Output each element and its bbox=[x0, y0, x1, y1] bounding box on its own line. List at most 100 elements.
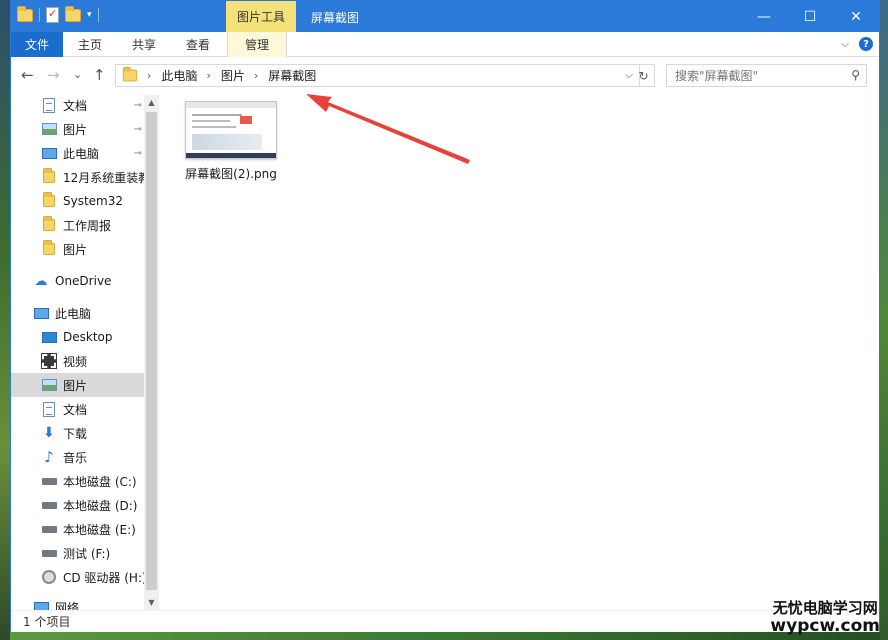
cd-drive-icon bbox=[41, 569, 57, 585]
pin-icon: ⊸ bbox=[133, 99, 142, 111]
nav-item-drive-f[interactable]: 测试 (F:) bbox=[11, 541, 144, 565]
folder-icon bbox=[17, 5, 33, 22]
address-bar[interactable]: › 此电脑 › 图片 › 屏幕截图 ⌵ bbox=[115, 64, 640, 87]
pictures-icon bbox=[41, 377, 57, 393]
file-explorer-window: ▾ 图片工具 屏幕截图 — ☐ ✕ 文件 主页 共享 查看 管理 ⌵ ? ← →… bbox=[10, 0, 880, 632]
folder-icon bbox=[41, 168, 57, 185]
nav-item-pictures-quick[interactable]: 图片 ⊸ bbox=[11, 117, 144, 141]
desktop-edge-left bbox=[0, 0, 10, 640]
nav-item-cd-drive[interactable]: CD 驱动器 (H:) bbox=[11, 565, 144, 589]
nav-item-label: 12月系统重装教 bbox=[63, 170, 144, 185]
folder-icon bbox=[122, 66, 138, 82]
status-bar: 1 个项目 bbox=[11, 610, 879, 632]
nav-item-label: 网络 bbox=[55, 600, 80, 611]
nav-item-desktop[interactable]: Desktop bbox=[11, 325, 144, 349]
tab-home[interactable]: 主页 bbox=[63, 32, 117, 57]
close-button[interactable]: ✕ bbox=[833, 1, 879, 32]
customize-toolbar-icon[interactable]: ▾ bbox=[87, 10, 92, 20]
breadcrumb-separator[interactable]: › bbox=[147, 69, 151, 82]
search-box[interactable]: ⚲ bbox=[666, 64, 867, 87]
nav-item-label: 本地磁盘 (D:) bbox=[63, 498, 138, 513]
help-icon[interactable]: ? bbox=[859, 37, 873, 51]
nav-item-onedrive[interactable]: ☁ OneDrive bbox=[11, 269, 144, 293]
breadcrumb-this-pc[interactable]: 此电脑 bbox=[161, 67, 197, 84]
nav-item-label: 图片 bbox=[63, 242, 88, 257]
tab-share[interactable]: 共享 bbox=[117, 32, 171, 57]
nav-item-label: 此电脑 bbox=[55, 306, 92, 321]
file-list-pane[interactable]: 屏幕截图(2).png bbox=[159, 95, 879, 610]
back-button[interactable]: ← bbox=[21, 66, 34, 84]
nav-item-this-pc-quick[interactable]: 此电脑 ⊸ bbox=[11, 141, 144, 165]
tab-manage[interactable]: 管理 bbox=[227, 32, 287, 57]
nav-item-label: 文档 bbox=[63, 98, 88, 113]
file-name[interactable]: 屏幕截图(2).png bbox=[183, 165, 279, 182]
downloads-icon: ⬇ bbox=[43, 425, 55, 441]
navigation-pane: 文档 ⊸ 图片 ⊸ 此电脑 ⊸ 12月系统重装教 System32 工作周报 图… bbox=[11, 95, 159, 610]
up-button[interactable]: ↑ bbox=[93, 66, 106, 84]
breadcrumb-screenshots[interactable]: 屏幕截图 bbox=[268, 67, 316, 84]
recent-locations-button[interactable]: ⌄ bbox=[73, 68, 82, 81]
ribbon-controls: ⌵ ? bbox=[841, 37, 873, 51]
nav-item-label: 文档 bbox=[63, 402, 88, 417]
nav-item-label: 图片 bbox=[63, 122, 88, 137]
drive-icon bbox=[41, 497, 57, 513]
search-input[interactable] bbox=[675, 68, 845, 83]
drive-icon bbox=[41, 521, 57, 537]
nav-item-label: 测试 (F:) bbox=[63, 546, 111, 561]
nav-item-pictures[interactable]: 图片 bbox=[11, 373, 144, 397]
item-count: 1 个项目 bbox=[23, 615, 71, 629]
scroll-down-icon[interactable]: ▼ bbox=[144, 595, 159, 609]
documents-icon bbox=[41, 401, 57, 417]
drive-c-icon bbox=[41, 473, 57, 489]
nav-item-folder-system32[interactable]: System32 bbox=[11, 189, 144, 213]
nav-item-downloads[interactable]: ⬇ 下载 bbox=[11, 421, 144, 445]
scrollbar-thumb[interactable] bbox=[146, 112, 157, 590]
nav-item-folder-weekly-report[interactable]: 工作周报 bbox=[11, 213, 144, 237]
nav-item-documents-quick[interactable]: 文档 ⊸ bbox=[11, 95, 144, 117]
nav-item-folder-pictures[interactable]: 图片 bbox=[11, 237, 144, 261]
minimize-button[interactable]: — bbox=[741, 1, 787, 32]
breadcrumb-pictures[interactable]: 图片 bbox=[221, 67, 245, 84]
nav-item-label: 工作周报 bbox=[63, 218, 112, 233]
nav-item-drive-e[interactable]: 本地磁盘 (E:) bbox=[11, 517, 144, 541]
forward-button[interactable]: → bbox=[47, 66, 60, 84]
nav-item-drive-d[interactable]: 本地磁盘 (D:) bbox=[11, 493, 144, 517]
breadcrumb-separator[interactable]: › bbox=[206, 69, 210, 82]
cloud-icon: ☁ bbox=[34, 273, 48, 289]
search-icon[interactable]: ⚲ bbox=[851, 68, 860, 82]
nav-item-documents[interactable]: 文档 bbox=[11, 397, 144, 421]
file-item[interactable]: 屏幕截图(2).png bbox=[183, 101, 279, 182]
watermark-url: wypcw.com bbox=[770, 616, 880, 636]
new-folder-icon[interactable] bbox=[65, 5, 81, 22]
toolbar-separator bbox=[97, 8, 99, 22]
folder-icon bbox=[41, 216, 57, 233]
nav-item-label: 下载 bbox=[63, 426, 88, 441]
pin-icon: ⊸ bbox=[133, 123, 142, 135]
nav-item-folder-reinstall[interactable]: 12月系统重装教 bbox=[11, 165, 144, 189]
tab-file[interactable]: 文件 bbox=[11, 32, 63, 57]
expand-ribbon-icon[interactable]: ⌵ bbox=[841, 39, 849, 50]
tab-view[interactable]: 查看 bbox=[171, 32, 225, 57]
nav-item-music[interactable]: ♪ 音乐 bbox=[11, 445, 144, 469]
picture-tools-context-label: 图片工具 bbox=[226, 1, 296, 32]
nav-item-this-pc[interactable]: 此电脑 bbox=[11, 301, 144, 325]
nav-item-network[interactable]: 网络 bbox=[11, 595, 144, 610]
nav-item-drive-c[interactable]: 本地磁盘 (C:) bbox=[11, 469, 144, 493]
drive-icon bbox=[41, 545, 57, 561]
window-controls: — ☐ ✕ bbox=[741, 1, 879, 32]
maximize-button[interactable]: ☐ bbox=[787, 1, 833, 32]
scroll-up-icon[interactable]: ▲ bbox=[144, 95, 159, 109]
nav-item-videos[interactable]: 视频 bbox=[11, 349, 144, 373]
image-thumbnail[interactable] bbox=[185, 101, 277, 159]
pin-icon: ⊸ bbox=[133, 147, 142, 159]
watermark: 无忧电脑学习网 wypcw.com bbox=[770, 601, 880, 635]
nav-item-label: OneDrive bbox=[55, 274, 112, 288]
music-icon: ♪ bbox=[44, 448, 54, 466]
refresh-button[interactable]: ↻ bbox=[633, 64, 655, 87]
nav-pane-scrollbar[interactable]: ▲ ▼ bbox=[144, 95, 159, 610]
navigation-bar: ← → ⌄ ↑ › 此电脑 › 图片 › 屏幕截图 ⌵ ↻ ⚲ bbox=[11, 57, 879, 95]
this-pc-icon bbox=[41, 145, 57, 161]
folder-icon bbox=[41, 192, 57, 209]
breadcrumb-separator[interactable]: › bbox=[254, 69, 258, 82]
properties-icon[interactable] bbox=[46, 7, 59, 23]
